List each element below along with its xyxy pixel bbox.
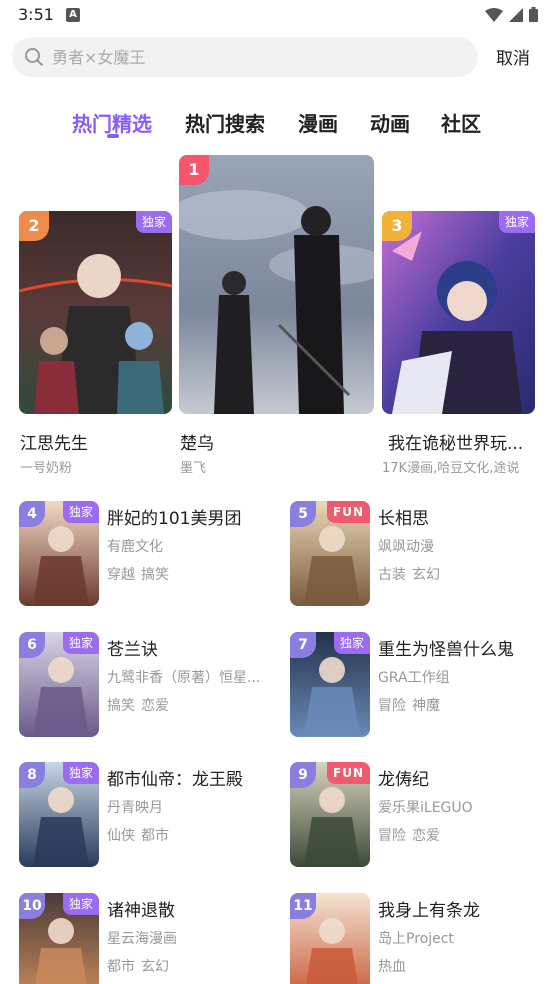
active-tab-indicator [107,134,119,138]
search-input[interactable] [52,37,462,77]
list-item-title[interactable]: 胖妃的101美男团 [107,504,279,529]
tag-label[interactable]: 冒险 [378,828,406,844]
list-cover[interactable]: 6 独家 [19,632,99,737]
status-time: 3:51 [18,5,54,24]
list-item-title[interactable]: 诸神退散 [107,896,279,921]
list-item-author: GRA工作组 [378,670,450,686]
list-cover[interactable]: 8 独家 [19,762,99,867]
top-subtitle-2: 一号奶粉 [20,461,73,476]
rank-badge: 3 [382,211,412,241]
tab-animation[interactable]: 动画 [370,108,410,137]
list-item-tags: 都市 玄幻 [107,956,175,976]
list-item-author: 星云海漫画 [107,931,177,947]
list-item-title[interactable]: 长相思 [378,504,554,529]
list-item-author: 爱乐果iLEGUO [378,800,473,816]
tab-hot-picks[interactable]: 热门精选 [72,108,152,137]
tag-label[interactable]: 玄幻 [412,567,440,583]
search-bar[interactable] [12,37,478,77]
tag-label[interactable]: 恋爱 [141,698,169,714]
rank-badge: 1 [179,155,209,185]
list-cover[interactable]: 7 独家 [290,632,370,737]
top-subtitle-3: 17K漫画,哈豆文化,途说 [382,461,520,476]
exclusive-badge: 独家 [62,762,99,784]
exclusive-badge: 独家 [498,211,535,233]
search-icon [25,48,43,66]
top-title-3[interactable]: 我在诡秘世界玩... [388,429,538,454]
status-icons [485,7,538,22]
list-item-author: 九鹭非香（原著）恒星... [107,670,261,686]
tab-community[interactable]: 社区 [441,108,481,137]
cover-art [19,211,172,414]
tab-comics[interactable]: 漫画 [298,108,338,137]
exclusive-badge: 独家 [333,632,370,654]
tag-label[interactable]: 神魔 [412,698,440,714]
top-cover-2[interactable]: 2 独家 [19,211,172,414]
top-cover-3[interactable]: 3 独家 [382,211,535,414]
notification-a-icon: A [66,8,80,22]
tag-label[interactable]: 恋爱 [412,828,440,844]
exclusive-badge: 独家 [62,893,99,915]
list-item-tags: 冒险 神魔 [378,695,446,715]
list-cover[interactable]: 10 独家 [19,893,99,984]
fun-badge: FUN [327,501,370,523]
list-item-tags: 搞笑 恋爱 [107,695,175,715]
top-title-1[interactable]: 楚乌 [180,429,372,454]
list-cover[interactable]: 4 独家 [19,501,99,606]
list-item-author: 飒飒动漫 [378,539,434,555]
list-cover[interactable]: 5 FUN [290,501,370,606]
tag-label[interactable]: 仙侠 [107,828,135,844]
cover-art [179,155,374,414]
list-item-tags: 穿越 搞笑 [107,564,175,584]
tag-label[interactable]: 都市 [107,959,135,975]
exclusive-badge: 独家 [135,211,172,233]
list-item-author: 丹青映月 [107,800,163,816]
fun-badge: FUN [327,762,370,784]
rank-badge: 2 [19,211,49,241]
list-item-tags: 冒险 恋爱 [378,825,446,845]
signal-icon [509,7,523,22]
list-cover[interactable]: 9 FUN [290,762,370,867]
list-item-author: 有鹿文化 [107,539,163,555]
top-cover-1[interactable]: 1 [179,155,374,414]
list-cover[interactable]: 11 [290,893,370,984]
cover-art [382,211,535,414]
tag-label[interactable]: 玄幻 [141,959,169,975]
list-item-title[interactable]: 龙俦纪 [378,765,554,790]
cancel-button[interactable]: 取消 [496,44,530,69]
tag-label[interactable]: 搞笑 [107,698,135,714]
list-item-tags: 仙侠 都市 [107,825,175,845]
exclusive-badge: 独家 [62,501,99,523]
top-subtitle-1: 墨飞 [180,461,207,476]
exclusive-badge: 独家 [62,632,99,654]
list-item-author: 岛上Project [378,931,454,947]
tag-label[interactable]: 古装 [378,567,406,583]
top-title-2[interactable]: 江思先生 [20,429,172,454]
list-item-title[interactable]: 都市仙帝：龙王殿 [107,765,279,790]
list-item-title[interactable]: 我身上有条龙 [378,896,554,921]
tag-label[interactable]: 搞笑 [141,567,169,583]
category-tabs: 热门精选 热门搜索 漫画 动画 社区 [0,108,554,142]
status-bar: 3:51 A [0,0,554,32]
list-item-tags: 古装 玄幻 [378,564,446,584]
tag-label[interactable]: 穿越 [107,567,135,583]
wifi-icon [485,7,503,22]
list-item-title[interactable]: 重生为怪兽什么鬼 [378,635,554,660]
list-item-title[interactable]: 苍兰诀 [107,635,279,660]
battery-icon [529,7,538,22]
list-item-tags: 热血 [378,956,412,976]
tag-label[interactable]: 热血 [378,959,406,975]
tag-label[interactable]: 冒险 [378,698,406,714]
tab-hot-search[interactable]: 热门搜索 [185,108,265,137]
tag-label[interactable]: 都市 [141,828,169,844]
